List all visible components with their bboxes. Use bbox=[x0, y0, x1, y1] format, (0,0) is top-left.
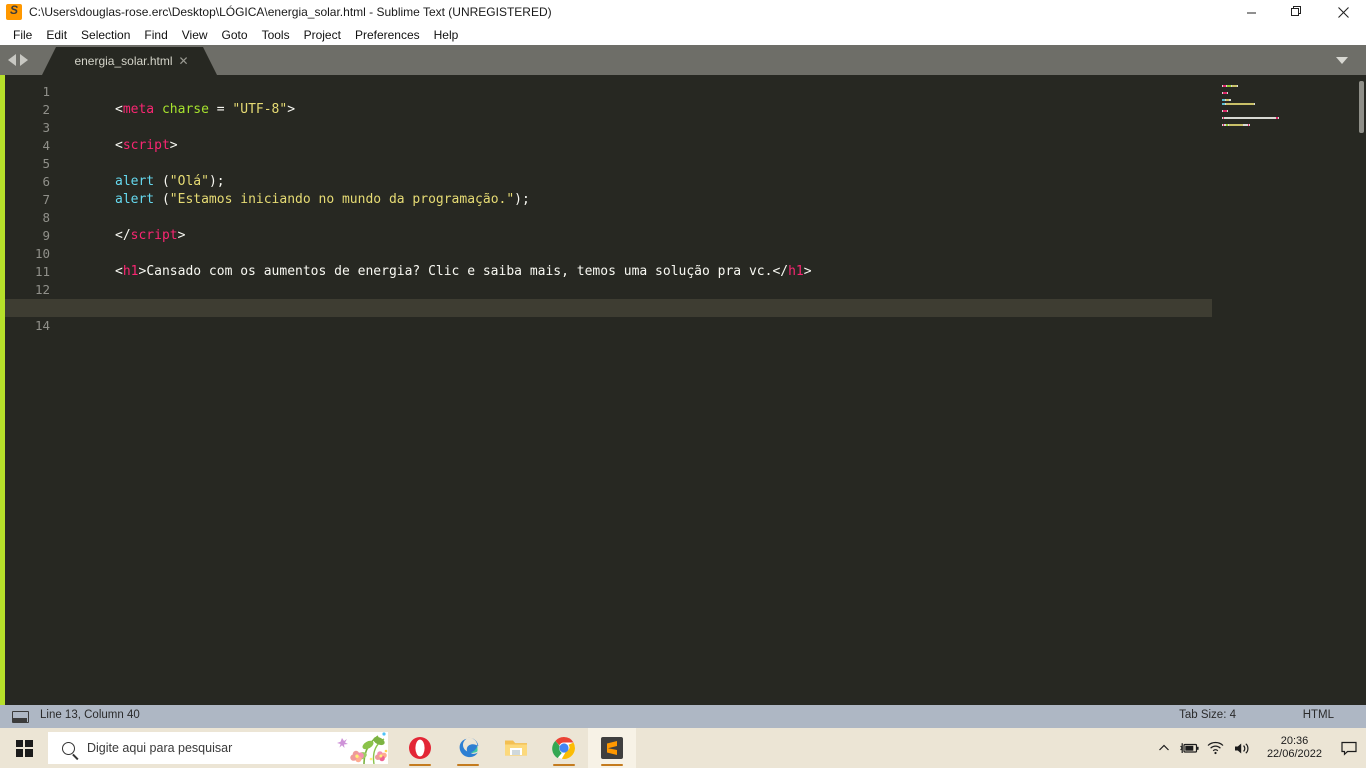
menu-find[interactable]: Find bbox=[137, 26, 174, 44]
editor-area[interactable]: 1234567891011121314 <meta charse = "UTF-… bbox=[0, 75, 1366, 705]
notification-icon[interactable] bbox=[1332, 728, 1366, 768]
line-number: 4 bbox=[42, 138, 50, 153]
minimap-token bbox=[1226, 102, 1254, 105]
line-number: 14 bbox=[34, 318, 50, 333]
line-number: 8 bbox=[42, 210, 50, 225]
code-line[interactable]: <h1>Cansado com os aumentos de energia? … bbox=[115, 263, 812, 281]
minimap-token bbox=[1229, 99, 1231, 101]
opera-icon[interactable] bbox=[396, 728, 444, 768]
restore-button[interactable] bbox=[1274, 0, 1320, 24]
code-line[interactable]: alert ("Estamos iniciando no mundo da pr… bbox=[115, 191, 530, 209]
active-line-gutter-highlight bbox=[5, 299, 55, 317]
minimap-token bbox=[1225, 117, 1276, 119]
close-icon[interactable]: ✕ bbox=[179, 55, 189, 67]
panel-toggle-icon[interactable] bbox=[12, 711, 29, 723]
code-content[interactable]: <meta charse = "UTF-8"> <script> alert ("O… bbox=[55, 75, 1366, 705]
menu-view[interactable]: View bbox=[175, 26, 215, 44]
menu-help[interactable]: Help bbox=[427, 26, 466, 44]
right-arrow-icon[interactable] bbox=[20, 54, 28, 66]
system-tray: 20:36 22/06/2022 bbox=[1151, 728, 1366, 768]
tab-label: energia_solar.html bbox=[74, 54, 173, 68]
menu-selection[interactable]: Selection bbox=[74, 26, 137, 44]
windows-start-icon[interactable] bbox=[0, 728, 48, 768]
battery-charging-icon[interactable] bbox=[1177, 728, 1203, 768]
menu-tools[interactable]: Tools bbox=[255, 26, 297, 44]
search-icon bbox=[62, 741, 75, 755]
line-number: 12 bbox=[34, 282, 50, 297]
windows-taskbar: Digite aqui para pesquisar 20:36 22/06/2… bbox=[0, 728, 1366, 768]
minimap-token bbox=[1229, 124, 1243, 127]
search-decoration-icon bbox=[318, 732, 388, 764]
cursor-position: Line 13, Column 40 bbox=[40, 709, 140, 721]
code-line[interactable]: </script> bbox=[115, 227, 185, 245]
title-bar: C:\Users\douglas-rose.erc\Desktop\LÓGICA… bbox=[0, 0, 1366, 24]
code-line[interactable]: <script> bbox=[115, 137, 178, 155]
tab-navigation bbox=[8, 45, 28, 75]
chevron-down-icon[interactable] bbox=[1336, 57, 1348, 64]
sublime-text-icon bbox=[6, 3, 22, 20]
tab-size-setting[interactable]: Tab Size: 4 bbox=[1179, 709, 1236, 721]
tab-bar: energia_solar.html ✕ bbox=[0, 45, 1366, 75]
minimap[interactable] bbox=[1212, 75, 1366, 705]
code-line[interactable]: <meta charse = "UTF-8"> bbox=[115, 101, 295, 119]
line-number: 1 bbox=[42, 84, 50, 99]
chevron-up-icon[interactable] bbox=[1151, 728, 1177, 768]
line-number: 2 bbox=[42, 102, 50, 117]
active-line-highlight bbox=[55, 299, 1212, 317]
menu-edit[interactable]: Edit bbox=[39, 26, 74, 44]
minimap-token bbox=[1253, 102, 1255, 105]
wifi-icon[interactable] bbox=[1203, 728, 1229, 768]
line-number: 3 bbox=[42, 120, 50, 135]
menu-preferences[interactable]: Preferences bbox=[348, 26, 427, 44]
minimap-token bbox=[1226, 91, 1229, 94]
left-arrow-icon[interactable] bbox=[8, 54, 16, 66]
minimap-token bbox=[1226, 109, 1229, 112]
close-button[interactable] bbox=[1320, 0, 1366, 24]
window-title: C:\Users\douglas-rose.erc\Desktop\LÓGICA… bbox=[29, 5, 552, 19]
menu-project[interactable]: Project bbox=[297, 26, 348, 44]
edge-icon[interactable] bbox=[444, 728, 492, 768]
minimap-scrollbar[interactable] bbox=[1359, 81, 1364, 133]
line-number: 5 bbox=[42, 156, 50, 171]
status-bar: Line 13, Column 40 Tab Size: 4 HTML bbox=[0, 705, 1366, 728]
line-number-gutter: 1234567891011121314 bbox=[5, 75, 55, 705]
code-line[interactable]: alert ("Olá"); bbox=[115, 173, 225, 191]
minimize-button[interactable] bbox=[1228, 0, 1274, 24]
line-number: 11 bbox=[34, 264, 50, 279]
window-controls bbox=[1228, 0, 1366, 24]
clock-date: 22/06/2022 bbox=[1266, 748, 1322, 760]
menu-goto[interactable]: Goto bbox=[215, 26, 255, 44]
line-number: 6 bbox=[42, 174, 50, 189]
tab-energia-solar[interactable]: energia_solar.html ✕ bbox=[42, 47, 217, 75]
line-number: 9 bbox=[42, 228, 50, 243]
chrome-icon[interactable] bbox=[540, 728, 588, 768]
syntax-mode[interactable]: HTML bbox=[1303, 709, 1334, 721]
minimap-token bbox=[1277, 117, 1279, 119]
file-explorer-icon[interactable] bbox=[492, 728, 540, 768]
line-number: 10 bbox=[34, 246, 50, 261]
search-placeholder: Digite aqui para pesquisar bbox=[87, 741, 233, 755]
line-number: 7 bbox=[42, 192, 50, 207]
speaker-icon[interactable] bbox=[1229, 728, 1257, 768]
clock-time: 20:36 bbox=[1280, 735, 1309, 747]
clock[interactable]: 20:36 22/06/2022 bbox=[1257, 735, 1332, 761]
minimap-token bbox=[1236, 84, 1238, 87]
sublime-text-icon[interactable] bbox=[588, 728, 636, 768]
minimap-token bbox=[1249, 124, 1251, 127]
menu-bar: File Edit Selection Find View Goto Tools… bbox=[0, 24, 1366, 45]
menu-file[interactable]: File bbox=[6, 26, 39, 44]
search-input[interactable]: Digite aqui para pesquisar bbox=[48, 732, 388, 764]
taskbar-apps bbox=[396, 728, 636, 768]
